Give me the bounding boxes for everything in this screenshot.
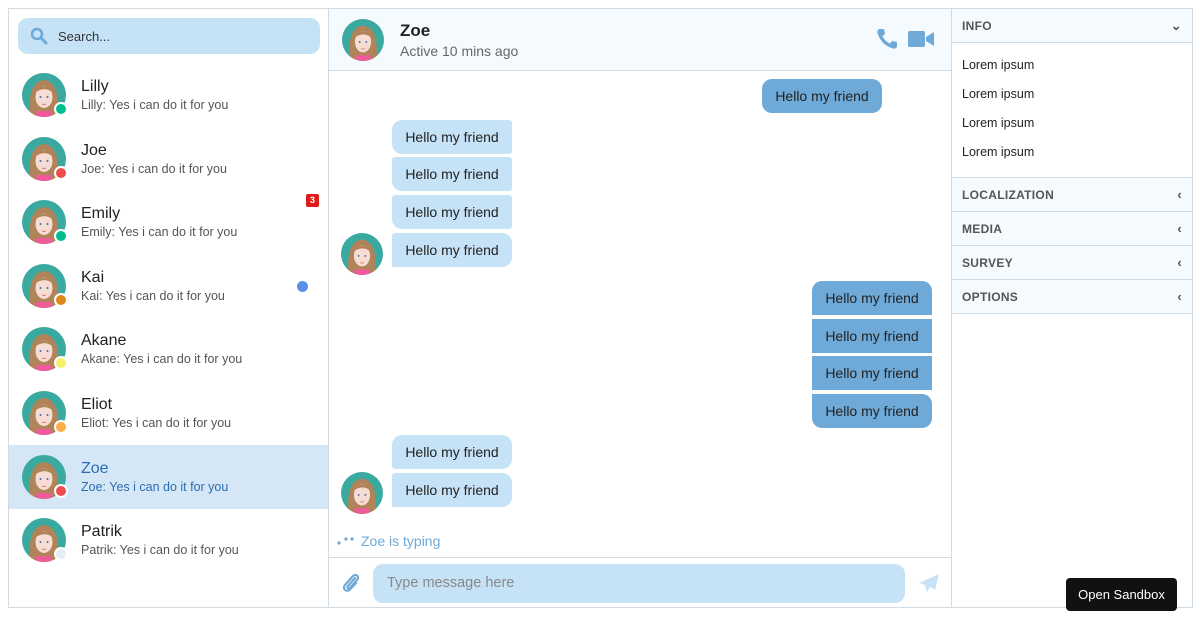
contact-name: Zoe (81, 459, 109, 477)
message-preview: Eliot: Yes i can do it for you (81, 416, 232, 430)
chevron-left-icon: ‹ (1177, 289, 1182, 304)
avatar (22, 136, 68, 181)
contact-name: Patrik (81, 523, 122, 541)
unread-count-badge: 3 (306, 194, 319, 207)
avatar (22, 391, 68, 435)
section-title: MEDIA (962, 221, 1003, 236)
search-icon (30, 27, 48, 45)
outgoing-message: Hello my friend (812, 356, 932, 390)
conversation-item[interactable]: Emily Emily: Yes i can do it for you (9, 190, 328, 254)
message-preview: Lilly: Yes i can do it for you (81, 98, 229, 112)
message-input[interactable]: Type message here (373, 564, 905, 603)
chat-panel: Zoe Active 10 mins ago Hello my friend He… (329, 9, 952, 607)
info-item: Lorem ipsum (962, 58, 1035, 72)
search-placeholder: Search... (58, 28, 111, 44)
conversation-item[interactable]: Zoe Zoe: Yes i can do it for you (9, 444, 328, 509)
message-preview: Kai: Yes i can do it for you (81, 288, 225, 303)
incoming-message: Hello my friend (392, 473, 512, 507)
incoming-message: Hello my friend (392, 120, 512, 154)
avatar (341, 472, 383, 514)
avatar (22, 518, 68, 563)
conversation-item[interactable]: Patrik Patrik: Yes i can do it for you (9, 508, 328, 572)
chat-header: Zoe Active 10 mins ago (329, 9, 951, 71)
chat-app: Search... Lilly Lilly: Yes i can do it fo… (8, 8, 1193, 608)
avatar (22, 263, 68, 308)
contact-name: Kai (81, 268, 105, 286)
status-dot (54, 102, 68, 116)
section-title: SURVEY (962, 255, 1013, 270)
typing-indicator: Zoe is typing (337, 533, 440, 549)
chevron-left-icon: ‹ (1177, 221, 1182, 236)
avatar (22, 200, 68, 245)
typing-text: Zoe is typing (361, 533, 441, 549)
section-survey-header[interactable]: SURVEY ‹ (952, 246, 1192, 280)
contact-name: Joe (81, 141, 107, 159)
section-title: LOCALIZATION (962, 187, 1055, 202)
video-call-icon[interactable] (907, 27, 935, 51)
section-title: OPTIONS (962, 289, 1019, 304)
open-sandbox-button[interactable]: Open Sandbox (1066, 578, 1177, 611)
incoming-message: Hello my friend (392, 195, 512, 229)
status-dot (54, 483, 68, 498)
incoming-message: Hello my friend (392, 233, 512, 267)
avatar (22, 73, 68, 117)
conversation-item[interactable]: Lilly Lilly: Yes i can do it for you (9, 63, 328, 127)
avatar (22, 327, 68, 372)
search-input[interactable]: Search... (18, 18, 320, 54)
contact-name: Akane (81, 332, 127, 350)
info-item: Lorem ipsum (962, 145, 1035, 159)
contact-status: Active 10 mins ago (400, 42, 519, 59)
message-preview: Patrik: Yes i can do it for you (81, 543, 239, 558)
status-dot (54, 165, 68, 180)
details-sidebar: INFO ⌄ Lorem ipsum Lorem ipsum Lorem ips… (952, 9, 1192, 607)
contact-name: Emily (81, 205, 121, 223)
avatar (22, 454, 68, 499)
info-item: Lorem ipsum (962, 87, 1035, 101)
info-item: Lorem ipsum (962, 116, 1035, 130)
phone-icon[interactable] (875, 27, 899, 51)
avatar (342, 18, 384, 61)
message-preview: Emily: Yes i can do it for you (81, 225, 238, 240)
message-composer: Type message here (329, 557, 951, 607)
incoming-message: Hello my friend (392, 435, 512, 469)
conversation-list: Search... Lilly Lilly: Yes i can do it fo… (9, 9, 329, 607)
status-dot (54, 420, 68, 434)
chevron-down-icon: ⌄ (1170, 17, 1182, 33)
section-localization-header[interactable]: LOCALIZATION ‹ (952, 178, 1192, 212)
conversation-item[interactable]: Eliot Eliot: Yes i can do it for you (9, 381, 328, 445)
paperclip-icon[interactable] (341, 572, 361, 594)
typing-dots-icon (337, 537, 354, 545)
outgoing-message: Hello my friend (812, 319, 932, 353)
conversation-item[interactable]: Akane Akane: Yes i can do it for you (9, 317, 328, 381)
conversation-item[interactable]: Kai Kai: Yes i can do it for you (9, 254, 328, 318)
chevron-left-icon: ‹ (1177, 187, 1182, 202)
contact-name: Zoe (400, 20, 431, 40)
incoming-message: Hello my friend (392, 157, 512, 191)
message-preview: Zoe: Yes i can do it for you (81, 479, 229, 494)
contact-name: Eliot (81, 396, 113, 413)
chevron-left-icon: ‹ (1177, 255, 1182, 270)
conversation-item[interactable]: Joe Joe: Yes i can do it for you (9, 127, 328, 191)
section-media-header[interactable]: MEDIA ‹ (952, 212, 1192, 246)
contact-name: Lilly (81, 78, 109, 95)
outgoing-message: Hello my friend (762, 79, 882, 113)
message-preview: Joe: Yes i can do it for you (81, 161, 227, 176)
status-dot (54, 292, 68, 307)
unread-dot (297, 281, 308, 292)
section-title: INFO (962, 18, 992, 33)
info-content: Lorem ipsum Lorem ipsum Lorem ipsum Lore… (952, 43, 1192, 178)
send-icon[interactable] (918, 573, 940, 593)
section-options-header[interactable]: OPTIONS ‹ (952, 280, 1192, 314)
outgoing-message: Hello my friend (812, 394, 932, 428)
message-preview: Akane: Yes i can do it for you (81, 352, 243, 367)
avatar (341, 233, 383, 275)
outgoing-message: Hello my friend (812, 281, 932, 315)
section-info-header[interactable]: INFO ⌄ (952, 9, 1192, 43)
